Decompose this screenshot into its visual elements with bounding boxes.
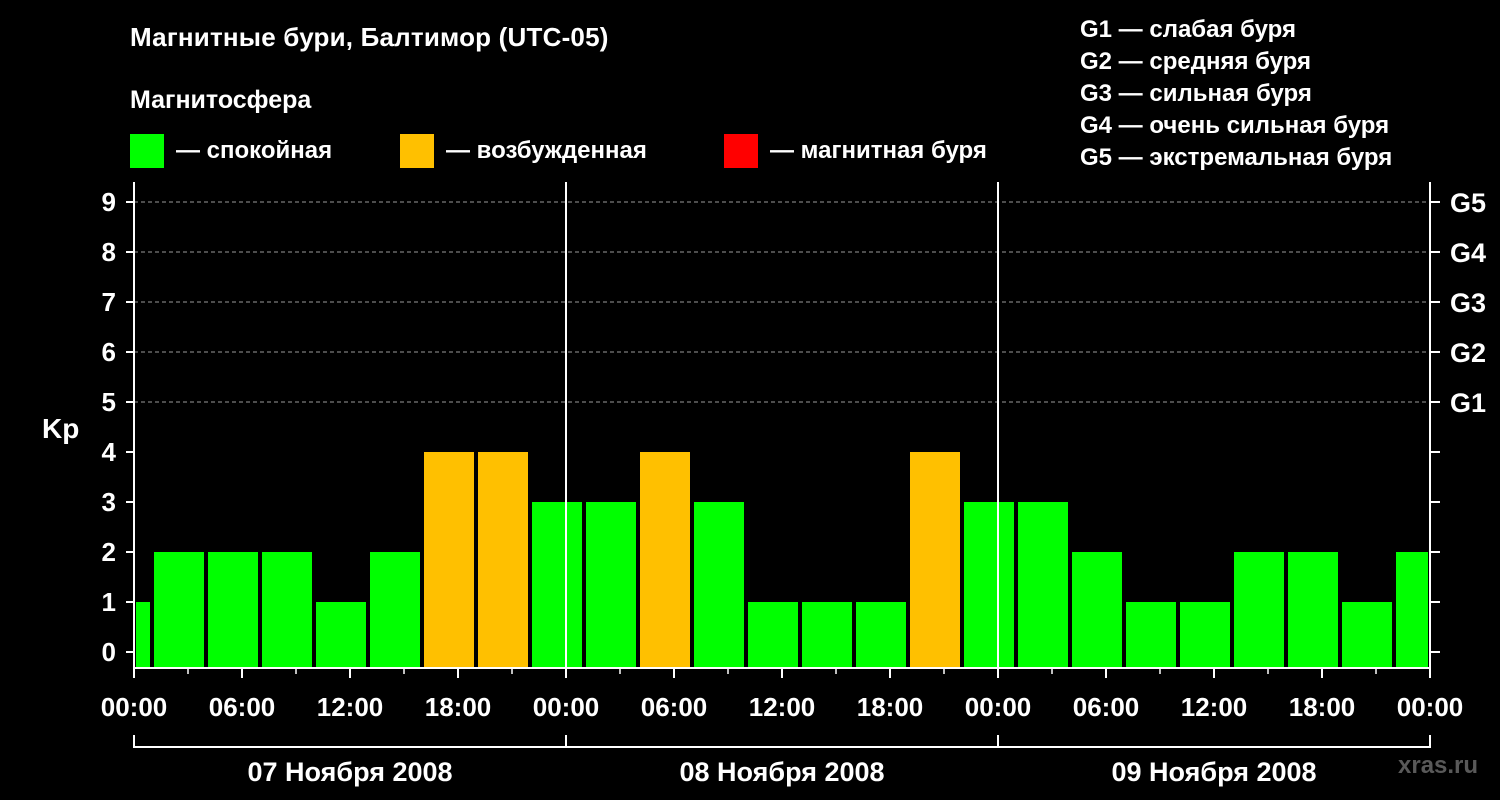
kp-bar	[1234, 552, 1284, 668]
kp-bar	[478, 452, 528, 668]
kp-bar	[640, 452, 690, 668]
y-tick-label: 7	[102, 287, 116, 317]
x-tick-label: 00:00	[965, 692, 1032, 722]
x-tick-label: 12:00	[317, 692, 384, 722]
kp-bar	[802, 602, 852, 668]
g-scale-label: G1	[1450, 388, 1486, 418]
day-label: 08 Ноября 2008	[679, 757, 884, 787]
x-tick-label: 18:00	[1289, 692, 1356, 722]
kp-bar	[262, 552, 312, 668]
g-scale-label: G5	[1450, 188, 1486, 218]
x-tick-label: 06:00	[209, 692, 276, 722]
y-tick-label: 1	[102, 587, 116, 617]
kp-bar-chart: 0 1 2 3 4 5 6 7 8 9 G1 G2 G3 G4 G5 Kp 00:00 06:00 12:00 18:…	[42, 182, 1486, 787]
kp-bar	[316, 602, 366, 668]
kp-bar	[1288, 552, 1338, 668]
watermark: xras.ru	[1398, 752, 1479, 779]
x-tick-label: 00:00	[533, 692, 600, 722]
x-tick-label: 12:00	[1181, 692, 1248, 722]
x-tick-label: 06:00	[1073, 692, 1140, 722]
kp-bar	[586, 502, 636, 668]
kp-bar	[694, 502, 744, 668]
g-scale-label: G4	[1450, 238, 1486, 268]
y-tick-label: 9	[102, 187, 116, 217]
y-tick-label: 2	[102, 537, 116, 567]
y-tick-label: 5	[102, 387, 116, 417]
x-tick-label: 00:00	[101, 692, 168, 722]
kp-bar	[136, 602, 150, 668]
kp-bar	[370, 552, 420, 668]
x-tick-label: 12:00	[749, 692, 816, 722]
y-tick-label: 6	[102, 337, 116, 367]
g-scale-label: G3	[1450, 288, 1486, 318]
day-label: 07 Ноября 2008	[247, 757, 452, 787]
y-tick-label: 3	[102, 487, 116, 517]
kp-bar	[1180, 602, 1230, 668]
day-label: 09 Ноября 2008	[1111, 757, 1316, 787]
kp-bar	[748, 602, 798, 668]
y-axis-label: Kp	[42, 413, 79, 444]
kp-bar	[856, 602, 906, 668]
kp-bar	[532, 502, 582, 668]
x-tick-label: 18:00	[857, 692, 924, 722]
kp-bar	[1018, 502, 1068, 668]
kp-bar	[1072, 552, 1122, 668]
kp-bar	[910, 452, 960, 668]
kp-bar	[424, 452, 474, 668]
kp-bar	[964, 502, 1014, 668]
kp-bar	[208, 552, 258, 668]
kp-bar	[1396, 552, 1428, 668]
x-tick-label: 06:00	[641, 692, 708, 722]
kp-bar	[1126, 602, 1176, 668]
x-tick-label: 18:00	[425, 692, 492, 722]
kp-bar	[154, 552, 204, 668]
y-tick-label: 4	[102, 437, 117, 467]
g-scale-label: G2	[1450, 338, 1486, 368]
kp-bar	[1342, 602, 1392, 668]
y-tick-label: 0	[102, 637, 116, 667]
y-tick-label: 8	[102, 237, 116, 267]
x-tick-label: 00:00	[1397, 692, 1464, 722]
